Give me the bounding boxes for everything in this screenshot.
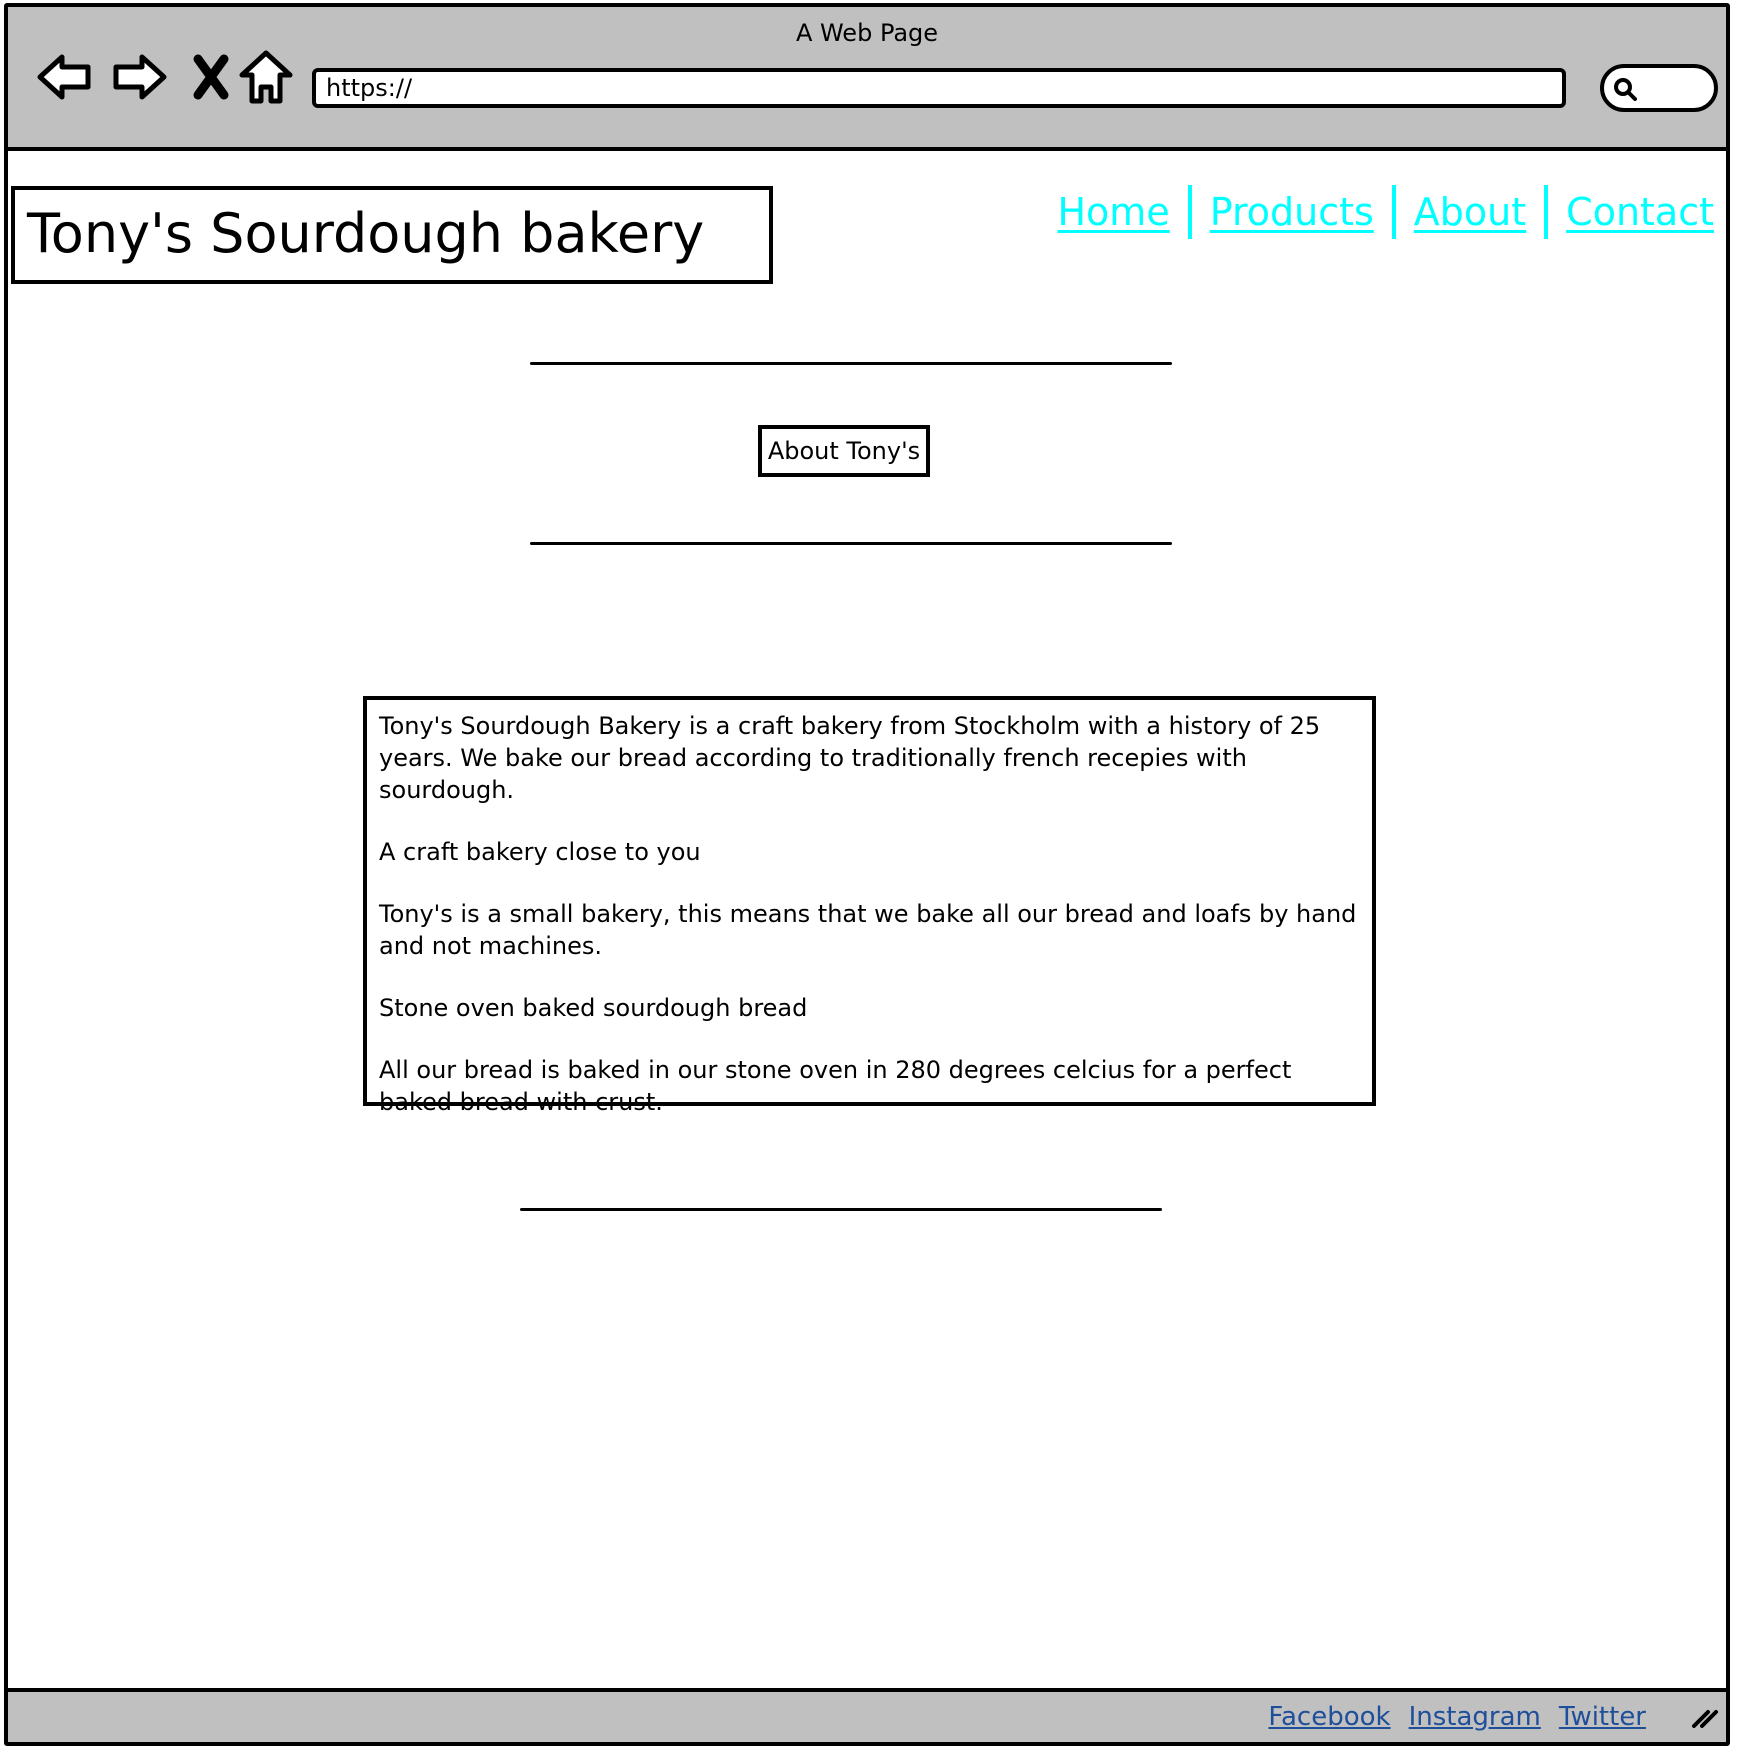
nav-link-home[interactable]: Home bbox=[1057, 190, 1169, 234]
social-links: Facebook Instagram Twitter bbox=[1268, 1702, 1646, 1732]
window-title: A Web Page bbox=[795, 19, 939, 47]
nav-separator bbox=[1187, 185, 1192, 239]
nav-link-contact[interactable]: Contact bbox=[1566, 190, 1714, 234]
divider-middle bbox=[530, 542, 1172, 545]
about-heading: A craft bakery close to you bbox=[379, 838, 701, 866]
footer-link-facebook[interactable]: Facebook bbox=[1268, 1702, 1390, 1732]
browser-window: A Web Page https:// Tony's Sourdough bak… bbox=[4, 3, 1730, 1746]
about-paragraph: Tony's Sourdough Bakery is a craft baker… bbox=[379, 712, 1321, 804]
nav-separator bbox=[1544, 185, 1549, 239]
site-logo[interactable]: Tony's Sourdough bakery bbox=[11, 186, 773, 284]
close-x-icon[interactable] bbox=[178, 45, 242, 109]
resize-grip-icon[interactable] bbox=[1690, 1706, 1718, 1730]
about-paragraph: Tony's is a small bakery, this means tha… bbox=[379, 900, 1357, 960]
divider-top bbox=[530, 362, 1172, 365]
section-label: About Tony's bbox=[758, 425, 930, 477]
address-bar[interactable]: https:// bbox=[312, 68, 1566, 108]
footer-link-instagram[interactable]: Instagram bbox=[1409, 1702, 1541, 1732]
about-text-box: Tony's Sourdough Bakery is a craft baker… bbox=[363, 696, 1376, 1116]
forward-arrow-icon[interactable] bbox=[106, 45, 170, 109]
browser-toolbar: A Web Page https:// bbox=[8, 7, 1726, 151]
nav-link-products[interactable]: Products bbox=[1210, 190, 1374, 234]
about-heading: Stone oven baked sourdough bread bbox=[379, 994, 808, 1022]
home-icon[interactable] bbox=[234, 45, 298, 109]
footer-link-twitter[interactable]: Twitter bbox=[1559, 1702, 1646, 1732]
search-icon bbox=[1614, 78, 1637, 101]
about-paragraph: All our bread is baked in our stone oven… bbox=[379, 1056, 1292, 1116]
main-nav: Home Products About Contact bbox=[1057, 185, 1714, 239]
browser-search-box[interactable] bbox=[1600, 64, 1718, 112]
back-arrow-icon[interactable] bbox=[34, 45, 98, 109]
nav-link-about[interactable]: About bbox=[1414, 190, 1526, 234]
nav-separator bbox=[1391, 185, 1396, 239]
divider-bottom bbox=[520, 1208, 1162, 1211]
footer-bar: Facebook Instagram Twitter bbox=[8, 1688, 1726, 1742]
